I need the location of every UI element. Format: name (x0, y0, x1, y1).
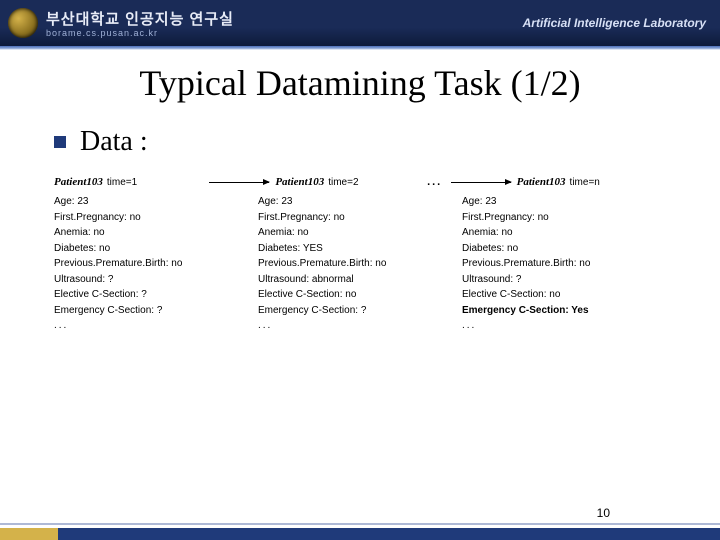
field-age: Age: 23 (462, 194, 666, 210)
arrow-icon (451, 182, 511, 183)
field-ultrasound: Ultrasound: ? (54, 272, 258, 288)
field-diabetes: Diabetes: YES (258, 241, 462, 257)
field-diabetes: Diabetes: no (462, 241, 666, 257)
timeline-cell-2: Patient103 time=2 (275, 176, 424, 188)
footer-accent (0, 528, 58, 540)
field-age: Age: 23 (258, 194, 462, 210)
record-col-1: Age: 23 First.Pregnancy: no Anemia: no D… (54, 194, 258, 334)
field-anemia: Anemia: no (462, 225, 666, 241)
record-col-3: Age: 23 First.Pregnancy: no Anemia: no D… (462, 194, 666, 334)
field-ellipsis: ... (54, 318, 258, 334)
field-prev-premature: Previous.Premature.Birth: no (54, 256, 258, 272)
patient-id: Patient103 (275, 176, 324, 188)
field-diabetes: Diabetes: no (54, 241, 258, 257)
field-prev-premature: Previous.Premature.Birth: no (462, 256, 666, 272)
slide-body: Data : Patient103 time=1 Patient103 time… (0, 126, 720, 334)
arrow-icon (209, 182, 269, 183)
field-elective-c: Elective C-Section: no (462, 287, 666, 303)
ellipsis: ... (425, 176, 445, 188)
patient-id: Patient103 (54, 176, 103, 188)
time-n: time=n (570, 177, 600, 188)
page-number: 10 (597, 506, 610, 520)
bullet-text: Data : (80, 126, 148, 158)
field-elective-c: Elective C-Section: ? (54, 287, 258, 303)
header-bar: 부산대학교 인공지능 연구실 borame.cs.pusan.ac.kr Art… (0, 0, 720, 46)
field-emergency-c: Emergency C-Section: ? (258, 303, 462, 319)
header-divider (0, 46, 720, 50)
field-anemia: Anemia: no (54, 225, 258, 241)
record-col-2: Age: 23 First.Pregnancy: no Anemia: no D… (258, 194, 462, 334)
field-ellipsis: ... (462, 318, 666, 334)
university-name: 부산대학교 인공지능 연구실 (46, 8, 234, 29)
lab-name: Artificial Intelligence Laboratory (523, 16, 706, 30)
field-emergency-c: Emergency C-Section: ? (54, 303, 258, 319)
field-elective-c: Elective C-Section: no (258, 287, 462, 303)
field-prev-premature: Previous.Premature.Birth: no (258, 256, 462, 272)
field-anemia: Anemia: no (258, 225, 462, 241)
field-ultrasound: Ultrasound: abnormal (258, 272, 462, 288)
bullet-square-icon (54, 136, 66, 148)
time-1: time=1 (107, 177, 137, 188)
slide: 부산대학교 인공지능 연구실 borame.cs.pusan.ac.kr Art… (0, 0, 720, 540)
timeline-cell-1: Patient103 time=1 (54, 176, 203, 188)
field-first-pregnancy: First.Pregnancy: no (258, 210, 462, 226)
bullet-item: Data : (54, 126, 666, 158)
university-url: borame.cs.pusan.ac.kr (46, 28, 158, 38)
footer-bar (0, 528, 720, 540)
time-2: time=2 (328, 177, 358, 188)
field-age: Age: 23 (54, 194, 258, 210)
slide-title: Typical Datamining Task (1/2) (0, 62, 720, 104)
field-first-pregnancy: First.Pregnancy: no (462, 210, 666, 226)
field-emergency-c: Emergency C-Section: Yes (462, 303, 666, 319)
field-first-pregnancy: First.Pregnancy: no (54, 210, 258, 226)
footer (0, 523, 720, 540)
footer-thin-line (0, 523, 720, 525)
field-ultrasound: Ultrasound: ? (462, 272, 666, 288)
patient-id: Patient103 (517, 176, 566, 188)
timeline-row: Patient103 time=1 Patient103 time=2 ... … (54, 176, 666, 188)
field-ellipsis: ... (258, 318, 462, 334)
university-logo-icon (8, 8, 38, 38)
timeline-cell-n: Patient103 time=n (517, 176, 666, 188)
record-columns: Age: 23 First.Pregnancy: no Anemia: no D… (54, 194, 666, 334)
